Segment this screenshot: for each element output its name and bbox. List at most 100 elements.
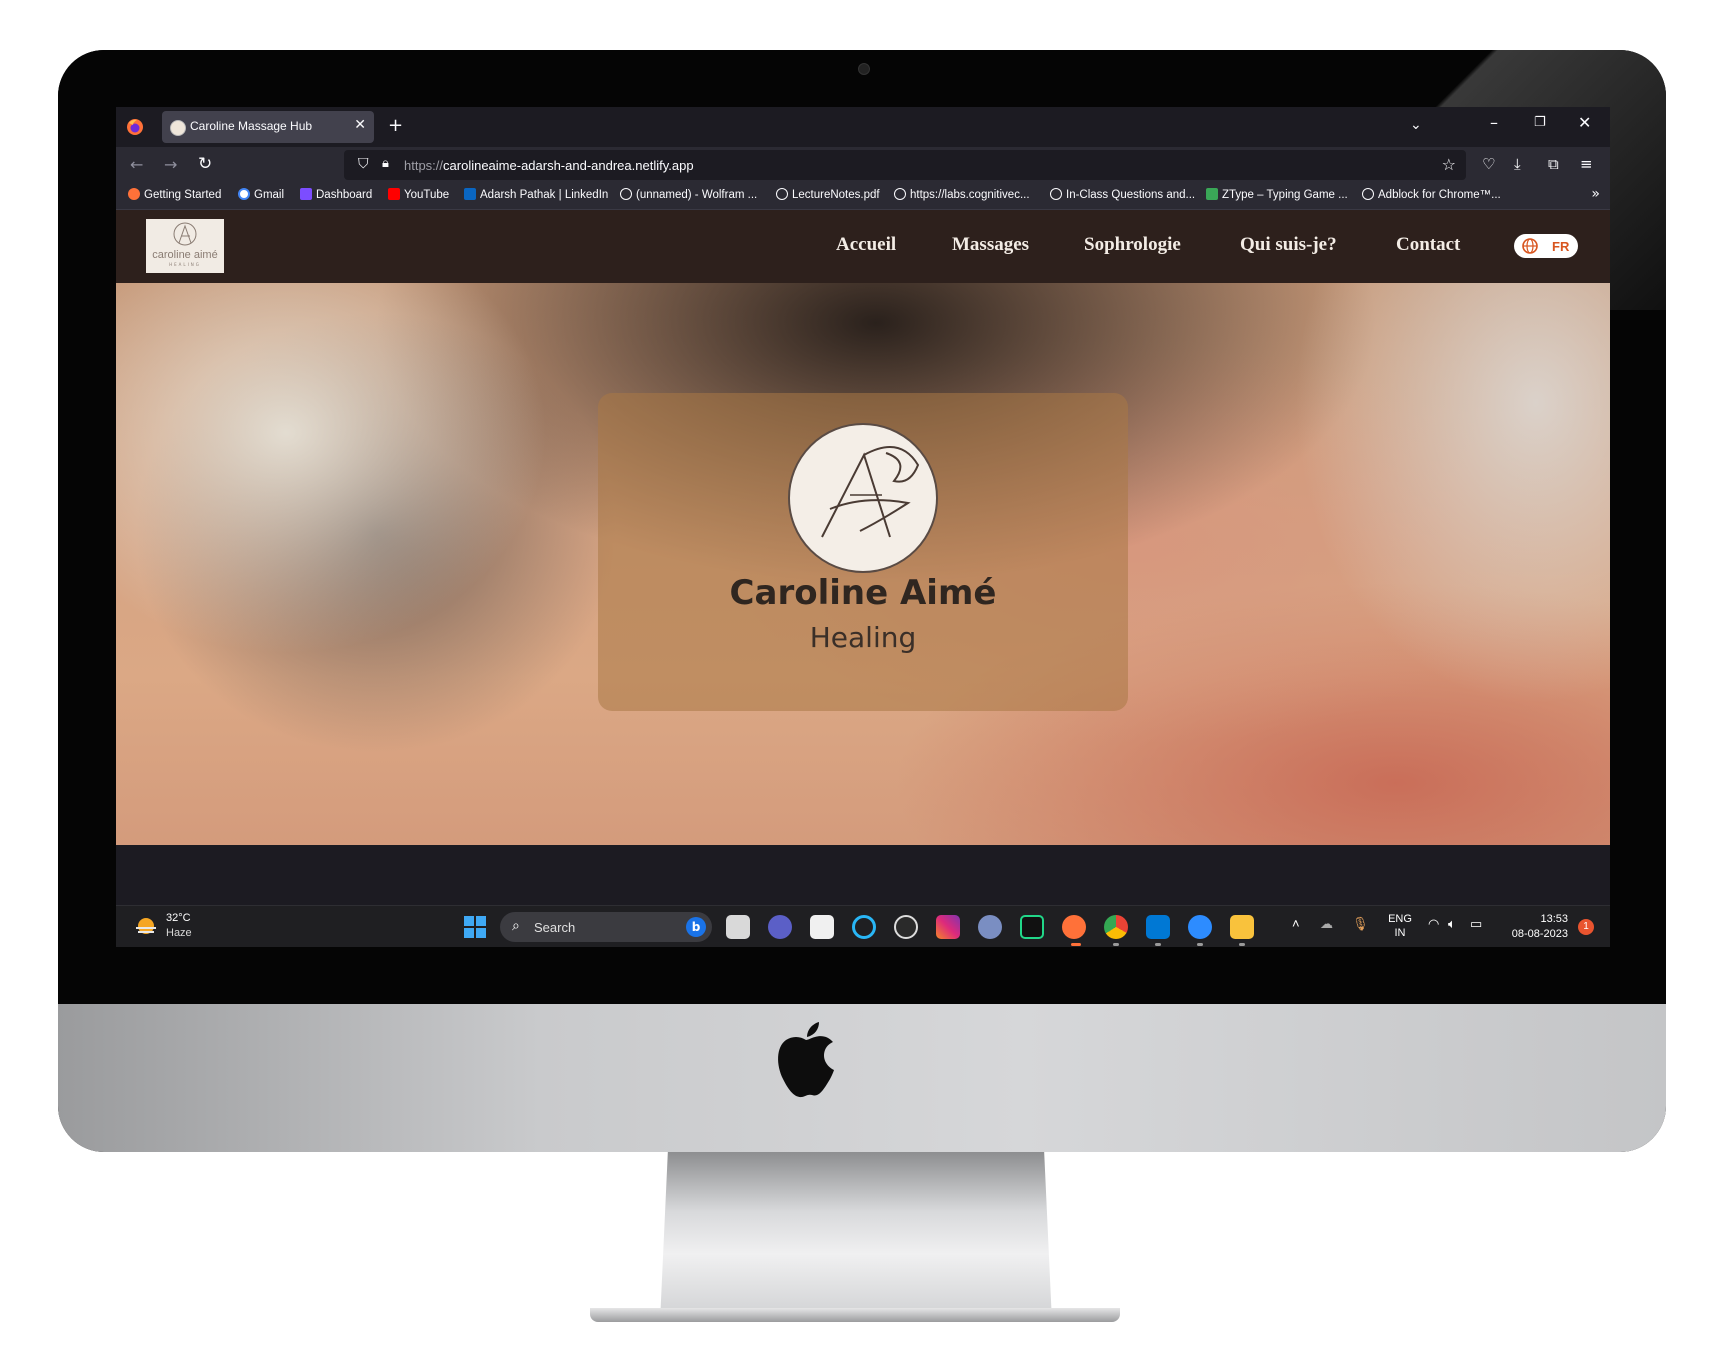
bookmark-item[interactable]: Getting Started bbox=[128, 188, 221, 201]
microphone-icon[interactable]: 🎙︎ bbox=[1352, 916, 1369, 932]
language-switcher[interactable]: FR bbox=[1514, 234, 1578, 258]
imac-chin bbox=[58, 1004, 1666, 1152]
more-bookmarks-chevron-icon[interactable]: » bbox=[1591, 186, 1600, 202]
download-icon[interactable]: ⤓ bbox=[1514, 155, 1521, 173]
camera-icon bbox=[858, 63, 870, 75]
r-app-icon[interactable] bbox=[978, 915, 1002, 939]
bookmark-item[interactable]: Gmail bbox=[238, 188, 284, 201]
weather-description[interactable]: Haze bbox=[166, 927, 192, 939]
nav-qui-suis-je[interactable]: Qui suis-je? bbox=[1240, 234, 1337, 256]
volume-icon[interactable]: 🔈︎ bbox=[1448, 916, 1456, 932]
bookmark-item[interactable]: LectureNotes.pdf bbox=[776, 188, 880, 201]
dashboard-icon bbox=[300, 188, 312, 200]
url-bar[interactable]: ⛉ 🔒︎ https://carolineaime-adarsh-and-and… bbox=[344, 150, 1466, 180]
taskbar-search[interactable]: ⌕ Search b bbox=[500, 912, 712, 942]
minimize-icon[interactable]: – bbox=[1490, 113, 1498, 132]
bookmark-item[interactable]: YouTube bbox=[388, 188, 449, 201]
task-view-icon[interactable] bbox=[726, 915, 750, 939]
battery-icon[interactable]: ▭ bbox=[1470, 916, 1482, 932]
bookmark-label: In-Class Questions and... bbox=[1066, 189, 1196, 201]
url-text[interactable]: https://carolineaime-adarsh-and-andrea.n… bbox=[404, 158, 694, 173]
site-header: caroline aimé HEALING Accueil Massages S… bbox=[116, 210, 1610, 283]
bookmark-item[interactable]: Dashboard bbox=[300, 188, 372, 201]
app-indicator bbox=[1155, 943, 1161, 946]
firefox-taskbar-icon[interactable] bbox=[1062, 915, 1086, 939]
chrome-icon[interactable] bbox=[1104, 915, 1128, 939]
wifi-icon[interactable]: ◠ bbox=[1428, 916, 1439, 932]
lock-icon[interactable]: 🔒︎ bbox=[382, 156, 389, 171]
globe-icon bbox=[620, 188, 632, 200]
nav-massages[interactable]: Massages bbox=[952, 234, 1029, 256]
nav-accueil[interactable]: Accueil bbox=[836, 234, 896, 256]
youtube-icon bbox=[388, 188, 400, 200]
forward-arrow-icon[interactable]: → bbox=[164, 155, 177, 174]
file-explorer-icon[interactable] bbox=[1230, 915, 1254, 939]
globe-icon bbox=[1362, 188, 1374, 200]
monogram-icon bbox=[821, 446, 920, 538]
vscode-icon[interactable] bbox=[1146, 915, 1170, 939]
app-indicator bbox=[1239, 943, 1245, 946]
globe-icon bbox=[894, 188, 906, 200]
tab-close-icon[interactable]: ✕ bbox=[354, 117, 366, 133]
lang-line2: IN bbox=[1394, 927, 1406, 939]
app-indicator bbox=[1197, 943, 1203, 946]
menu-hamburger-icon[interactable]: ≡ bbox=[1580, 155, 1593, 173]
globe-icon bbox=[1522, 238, 1538, 254]
linkedin-icon bbox=[464, 188, 476, 200]
tab-active[interactable]: Caroline Massage Hub ✕ bbox=[162, 111, 374, 143]
tracking-shield-icon[interactable]: ⛉ bbox=[358, 156, 369, 172]
clock-date: 08-08-2023 bbox=[1511, 928, 1568, 940]
teams-chat-icon[interactable] bbox=[768, 915, 792, 939]
app-indicator bbox=[1113, 943, 1119, 946]
list-tabs-chevron-icon[interactable]: ⌄ bbox=[1410, 117, 1422, 133]
windows-taskbar: 32°C Haze ⌕ Search b ˄ ☁ 🎙︎ ENG IN ◠ 🔈︎ … bbox=[116, 905, 1610, 947]
restore-icon[interactable]: ❐ bbox=[1534, 115, 1546, 130]
cortana-icon[interactable] bbox=[852, 915, 876, 939]
tab-title: Caroline Massage Hub bbox=[190, 119, 313, 133]
bookmark-label: Gmail bbox=[254, 189, 285, 201]
input-language[interactable]: ENG IN bbox=[1384, 912, 1416, 940]
window-close-icon[interactable]: ✕ bbox=[1578, 113, 1591, 132]
weather-temperature[interactable]: 32°C bbox=[166, 912, 191, 924]
pycharm-icon[interactable] bbox=[1020, 915, 1044, 939]
nav-sophrologie[interactable]: Sophrologie bbox=[1084, 234, 1181, 256]
bookmark-item[interactable]: Adarsh Pathak | LinkedIn bbox=[464, 188, 608, 201]
hero-massage-image: Caroline Aimé Healing bbox=[116, 283, 1610, 845]
back-arrow-icon[interactable]: ← bbox=[130, 155, 143, 174]
media-player-icon[interactable] bbox=[894, 915, 918, 939]
reload-icon[interactable]: ↻ bbox=[198, 154, 212, 174]
language-label: FR bbox=[1552, 239, 1570, 254]
globe-icon bbox=[1050, 188, 1062, 200]
hero-emblem bbox=[788, 423, 938, 573]
bookmark-item[interactable]: ZType – Typing Game ... bbox=[1206, 188, 1348, 201]
weather-haze-icon[interactable] bbox=[134, 916, 158, 938]
pocket-icon[interactable]: ♡ bbox=[1482, 155, 1495, 173]
tab-bar: Caroline Massage Hub ✕ + ⌄ – ❐ ✕ bbox=[116, 107, 1610, 147]
site-logo[interactable]: caroline aimé HEALING bbox=[146, 219, 224, 273]
bookmark-item[interactable]: (unnamed) - Wolfram ... bbox=[620, 188, 757, 201]
bookmark-label: LectureNotes.pdf bbox=[792, 189, 880, 201]
new-tab-icon[interactable]: + bbox=[388, 115, 403, 136]
navigation-toolbar: ← → ↻ ⛉ 🔒︎ https://carolineaime-adarsh-a… bbox=[116, 147, 1610, 183]
notification-badge[interactable]: 1 bbox=[1578, 919, 1594, 935]
microsoft-store-icon[interactable] bbox=[810, 915, 834, 939]
nav-contact[interactable]: Contact bbox=[1396, 234, 1460, 256]
instagram-icon[interactable] bbox=[936, 915, 960, 939]
clock[interactable]: 13:53 08-08-2023 bbox=[1494, 912, 1568, 942]
bookmark-item[interactable]: https://labs.cognitivec... bbox=[894, 188, 1030, 201]
lang-line1: ENG bbox=[1388, 913, 1412, 925]
apple-logo-icon bbox=[778, 1022, 834, 1098]
extensions-icon[interactable]: ⧉ bbox=[1548, 155, 1559, 173]
bookmark-label: ZType – Typing Game ... bbox=[1222, 189, 1348, 201]
bing-icon[interactable]: b bbox=[686, 917, 706, 937]
firefox-icon[interactable] bbox=[126, 118, 144, 136]
onedrive-icon[interactable]: ☁ bbox=[1320, 916, 1333, 932]
show-hidden-icons-chevron-icon[interactable]: ˄ bbox=[1292, 916, 1300, 931]
website-viewport: caroline aimé HEALING Accueil Massages S… bbox=[116, 210, 1610, 845]
bookmarks-bar: Getting Started Gmail Dashboard YouTube … bbox=[116, 183, 1610, 210]
bookmark-item[interactable]: In-Class Questions and... bbox=[1050, 188, 1195, 201]
bookmark-star-icon[interactable]: ☆ bbox=[1442, 155, 1456, 174]
zoom-icon[interactable] bbox=[1188, 915, 1212, 939]
bookmark-item[interactable]: Adblock for Chrome™... bbox=[1362, 188, 1501, 201]
windows-start-icon[interactable] bbox=[464, 916, 486, 938]
